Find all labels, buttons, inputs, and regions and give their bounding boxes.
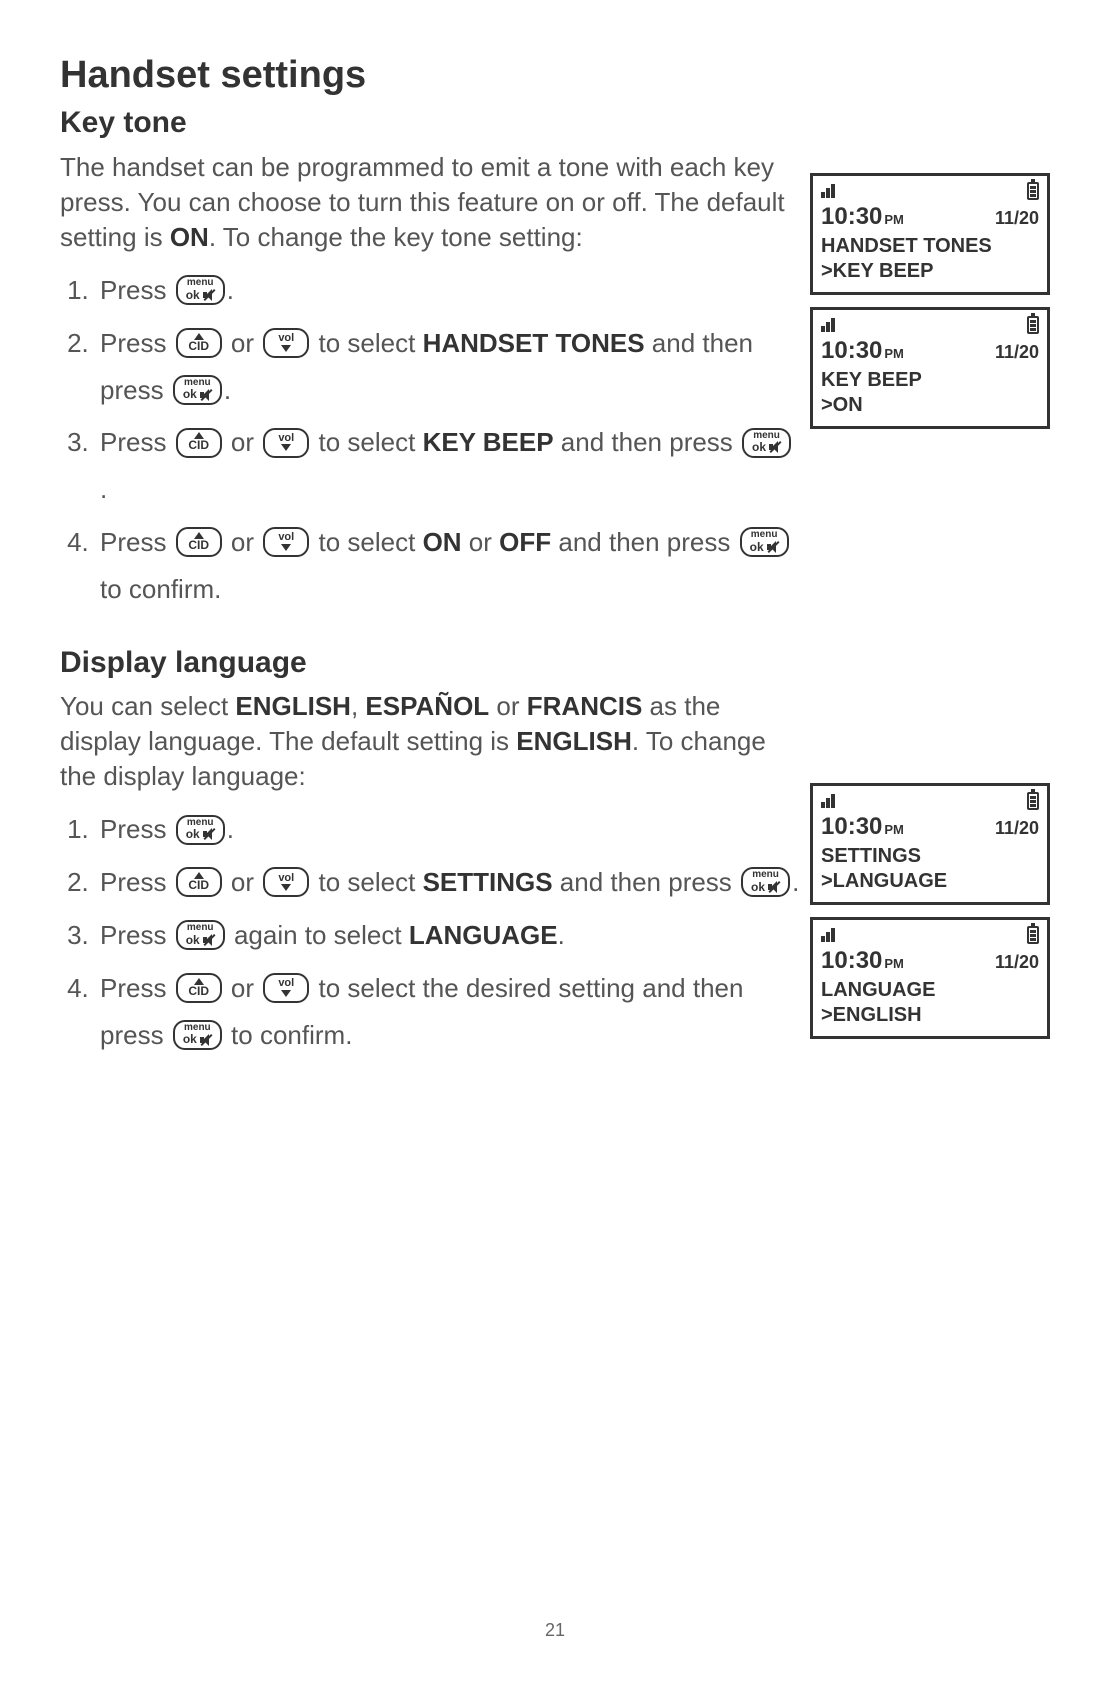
signal-icon	[821, 318, 835, 332]
mute-icon	[769, 441, 781, 453]
down-arrow-icon	[281, 544, 291, 551]
battery-icon	[1027, 792, 1039, 810]
steps-keytone: Press menu ok . Press CID or vol to sele…	[60, 267, 800, 613]
handset-screen-language: 10:30 PM 11/20 LANGUAGE >ENGLISH	[810, 917, 1050, 1039]
intro-language: You can select ENGLISH, ESPAÑOL or FRANC…	[60, 689, 800, 794]
cid-up-key-icon: CID	[176, 328, 222, 358]
down-arrow-icon	[281, 990, 291, 997]
vol-down-key-icon: vol	[263, 428, 309, 458]
menu-ok-key-icon: menu ok	[173, 1020, 222, 1050]
handset-screen-tones: 10:30 PM 11/20 HANDSET TONES >KEY BEEP	[810, 173, 1050, 295]
cid-up-key-icon: CID	[176, 973, 222, 1003]
battery-icon	[1027, 926, 1039, 944]
lang-step-4: Press CID or vol to select the desired s…	[96, 965, 800, 1059]
step-4: Press CID or vol to select ON or OFF and…	[96, 519, 800, 613]
battery-icon	[1027, 182, 1039, 200]
section-heading-language: Display language	[60, 643, 800, 684]
lang-step-1: Press menu ok .	[96, 806, 800, 853]
vol-down-key-icon: vol	[263, 328, 309, 358]
screen-time: 10:30	[821, 202, 882, 232]
down-arrow-icon	[281, 444, 291, 451]
cid-up-key-icon: CID	[176, 867, 222, 897]
mute-icon	[200, 1034, 212, 1046]
mute-icon	[203, 934, 215, 946]
menu-ok-key-icon: menu ok	[740, 527, 789, 557]
screen-line1: HANDSET TONES	[821, 234, 1039, 259]
mute-icon	[768, 881, 780, 893]
step-1: Press menu ok .	[96, 267, 800, 314]
lang-step-3: Press menu ok again to select LANGUAGE.	[96, 912, 800, 959]
menu-ok-key-icon: menu ok	[173, 375, 222, 405]
handset-screen-keybeep: 10:30 PM 11/20 KEY BEEP >ON	[810, 307, 1050, 429]
menu-ok-key-icon: menu ok	[176, 815, 225, 845]
signal-icon	[821, 928, 835, 942]
screen-date: 11/20	[995, 207, 1039, 230]
intro-keytone: The handset can be programmed to emit a …	[60, 150, 800, 255]
vol-down-key-icon: vol	[263, 867, 309, 897]
step-3: Press CID or vol to select KEY BEEP and …	[96, 419, 800, 513]
signal-icon	[821, 184, 835, 198]
mute-icon	[203, 289, 215, 301]
lang-step-2: Press CID or vol to select SETTINGS and …	[96, 859, 800, 906]
battery-icon	[1027, 316, 1039, 334]
menu-ok-key-icon: menu ok	[742, 428, 791, 458]
handset-screen-settings: 10:30 PM 11/20 SETTINGS >LANGUAGE	[810, 783, 1050, 905]
screen-ampm: PM	[884, 212, 904, 228]
cid-up-key-icon: CID	[176, 527, 222, 557]
vol-down-key-icon: vol	[263, 527, 309, 557]
step-2: Press CID or vol to select HANDSET TONES…	[96, 320, 800, 414]
page-title: Handset settings	[60, 50, 1050, 101]
page-number: 21	[60, 1618, 1050, 1642]
menu-ok-key-icon: menu ok	[176, 920, 225, 950]
mute-icon	[767, 541, 779, 553]
steps-language: Press menu ok . Press CID or vol to sele…	[60, 806, 800, 1058]
signal-icon	[821, 794, 835, 808]
cid-up-key-icon: CID	[176, 428, 222, 458]
mute-icon	[203, 828, 215, 840]
menu-ok-key-icon: menu ok	[741, 867, 790, 897]
menu-ok-key-icon: menu ok	[176, 275, 225, 305]
mute-icon	[200, 389, 212, 401]
down-arrow-icon	[281, 345, 291, 352]
section-heading-keytone: Key tone	[60, 103, 800, 144]
screen-line2: >KEY BEEP	[821, 259, 1039, 284]
vol-down-key-icon: vol	[263, 973, 309, 1003]
down-arrow-icon	[281, 884, 291, 891]
